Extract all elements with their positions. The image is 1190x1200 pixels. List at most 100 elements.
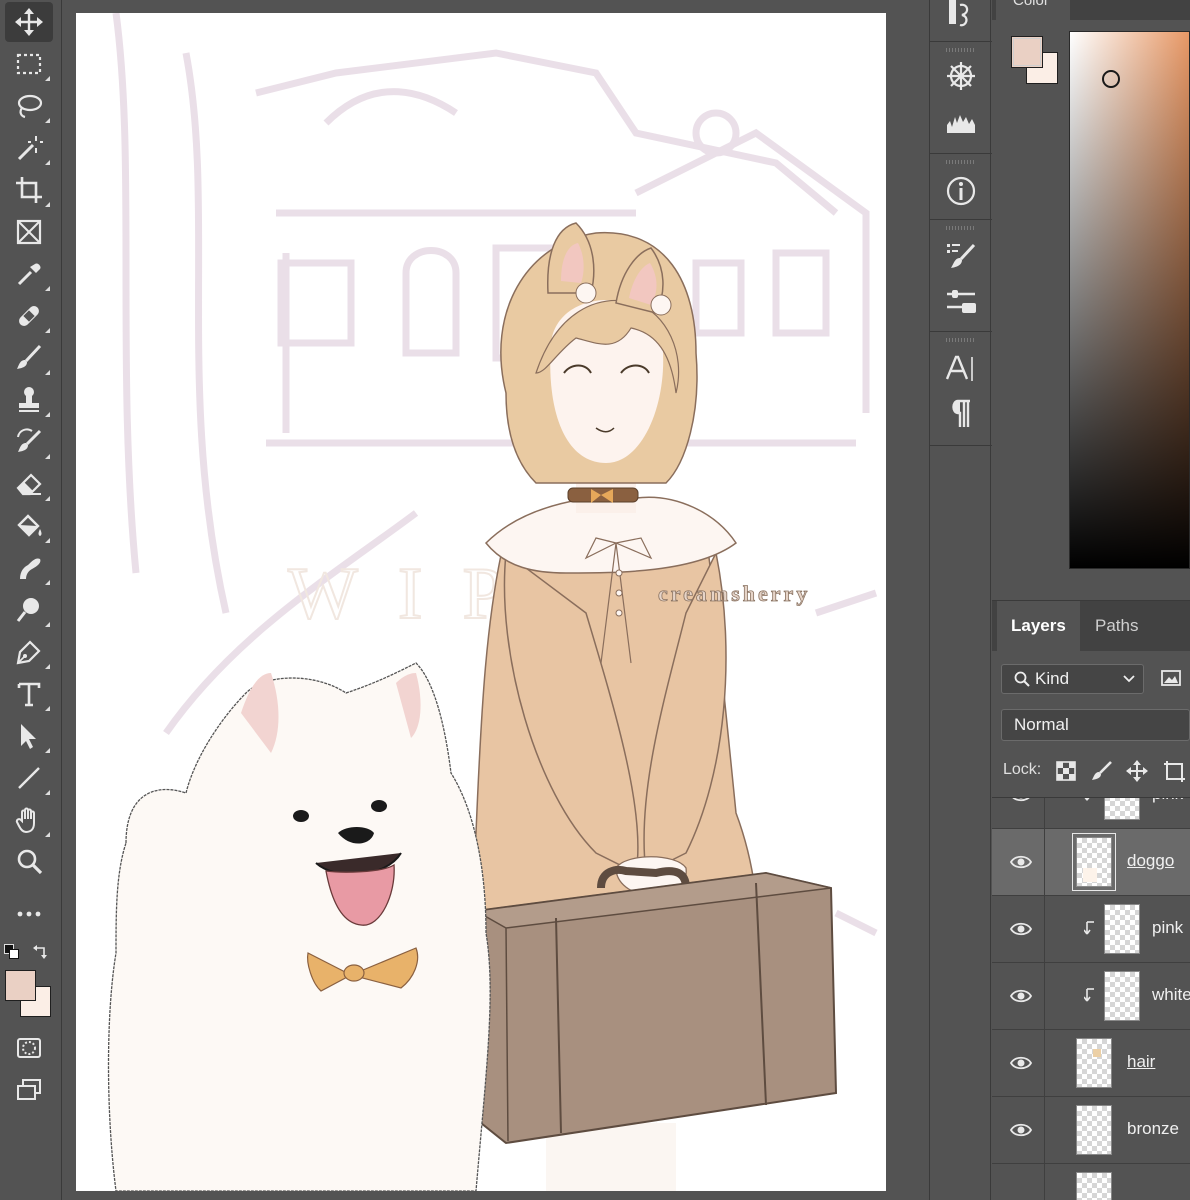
lasso-tool[interactable] <box>5 86 53 126</box>
info-panel-button[interactable] <box>941 171 981 211</box>
type-tool[interactable] <box>5 674 53 714</box>
layer-row[interactable]: hair <box>992 1030 1190 1097</box>
hand-tool[interactable] <box>5 800 53 840</box>
layer-row[interactable]: pink <box>992 896 1190 963</box>
character-icon <box>945 355 973 381</box>
photoshop-window: WIP creamsherry Color Layers Paths Kind … <box>0 0 1190 1200</box>
smudge-icon <box>20 558 41 579</box>
navigator-panel-button[interactable] <box>941 56 981 96</box>
rectangular-marquee-tool[interactable] <box>5 44 53 84</box>
foreground-color-swatch[interactable] <box>5 970 36 1001</box>
dodge-tool[interactable] <box>5 590 53 630</box>
stamp-icon <box>19 387 39 412</box>
tools-toolbar <box>0 0 62 1200</box>
color-tab-label: Color <box>1013 0 1049 9</box>
paint-bucket-tool[interactable] <box>5 506 53 546</box>
frame-icon <box>16 219 42 245</box>
default-colors-icon[interactable] <box>4 944 20 960</box>
dock-group-4 <box>930 220 992 332</box>
color-panel-header: Color <box>992 0 1190 20</box>
color-picker-field[interactable] <box>1069 31 1190 569</box>
frame-tool[interactable] <box>5 212 53 252</box>
line-tool[interactable] <box>5 758 53 798</box>
quick-mask-button[interactable] <box>5 1028 53 1068</box>
clipping-mask-arrow-icon <box>1084 798 1090 801</box>
blend-mode-value: Normal <box>1014 715 1069 734</box>
history-brush-tool[interactable] <box>5 422 53 462</box>
eye-icon[interactable] <box>1010 918 1032 940</box>
lock-transparent-pixels-icon[interactable] <box>1054 759 1078 783</box>
layer-row-selected[interactable]: doggo <box>992 829 1190 896</box>
smudge-tool[interactable] <box>5 548 53 588</box>
brushes-panel-button[interactable] <box>941 236 981 276</box>
image-filter-icon[interactable] <box>1160 667 1182 689</box>
screen-mode-button[interactable] <box>5 1070 53 1110</box>
eye-icon[interactable] <box>1010 985 1032 1007</box>
color-tab[interactable]: Color <box>996 0 1070 20</box>
eyedropper-icon <box>17 263 41 286</box>
layer-thumbnail <box>1104 798 1140 820</box>
brush-icon <box>17 344 42 369</box>
paragraph-panel-button[interactable] <box>941 394 981 434</box>
eye-icon[interactable] <box>1010 797 1032 806</box>
lock-position-icon[interactable] <box>1125 759 1149 783</box>
swap-colors-icon[interactable] <box>33 944 49 960</box>
crop-tool[interactable] <box>5 170 53 210</box>
document-canvas[interactable]: WIP creamsherry <box>76 13 886 1191</box>
more-tools[interactable] <box>5 894 53 934</box>
arrow-icon <box>21 724 36 749</box>
zoom-tool[interactable] <box>5 842 53 882</box>
lock-artboard-icon[interactable] <box>1162 759 1186 783</box>
tab-layers[interactable]: Layers <box>997 601 1080 651</box>
path-selection-tool[interactable] <box>5 716 53 756</box>
layer-thumbnail <box>1104 971 1140 1021</box>
layer-row[interactable]: pink <box>992 797 1190 829</box>
brush-tool[interactable] <box>5 338 53 378</box>
magic-wand-tool[interactable] <box>5 128 53 168</box>
canvas-workspace[interactable]: WIP creamsherry <box>63 0 929 1200</box>
layer-name[interactable]: doggo <box>1127 851 1174 871</box>
tab-paths-label: Paths <box>1095 616 1139 635</box>
pen-tool[interactable] <box>5 632 53 672</box>
history-brush-icon <box>17 428 42 452</box>
paint-bucket-icon <box>17 514 42 537</box>
blend-mode-select[interactable]: Normal <box>1001 709 1190 741</box>
healing-brush-tool[interactable] <box>5 296 53 336</box>
eye-icon[interactable] <box>1010 1052 1032 1074</box>
history-panel-button[interactable] <box>941 0 981 34</box>
layer-name[interactable]: white <box>1152 985 1190 1005</box>
eye-icon[interactable] <box>1010 1119 1032 1141</box>
layer-name[interactable]: hair <box>1127 1052 1155 1072</box>
lock-image-pixels-icon[interactable] <box>1090 759 1114 783</box>
layer-name[interactable]: pink <box>1152 798 1183 804</box>
layer-row[interactable]: bronze <box>992 1097 1190 1164</box>
histogram-icon <box>947 115 975 133</box>
brush-settings-icon <box>947 243 976 268</box>
line-icon <box>18 767 40 789</box>
layer-filter-kind-select[interactable]: Kind <box>1001 664 1144 694</box>
character-panel-button[interactable] <box>941 348 981 388</box>
layer-name[interactable]: bronze <box>1127 1119 1179 1139</box>
move-icon <box>15 8 43 36</box>
eyedropper-tool[interactable] <box>5 254 53 294</box>
color-panel-foreground-swatch[interactable] <box>1011 36 1043 68</box>
move-tool[interactable] <box>5 2 53 42</box>
histogram-panel-button[interactable] <box>941 102 981 142</box>
chevron-down-icon <box>1123 675 1135 683</box>
creamsherry-signature: creamsherry <box>658 581 810 606</box>
layer-thumbnail <box>1104 904 1140 954</box>
panel-dock <box>929 0 992 1200</box>
clone-stamp-tool[interactable] <box>5 380 53 420</box>
eye-icon[interactable] <box>1010 851 1032 873</box>
layers-list: pink doggo pink <box>992 797 1190 1200</box>
tool-presets-panel-button[interactable] <box>941 282 981 322</box>
layer-name[interactable]: pink <box>1152 918 1183 938</box>
dock-group-1 <box>930 0 992 42</box>
layer-row[interactable] <box>992 1164 1190 1200</box>
eraser-tool[interactable] <box>5 464 53 504</box>
paragraph-icon <box>952 399 970 427</box>
screen-mode-icon <box>17 1079 41 1100</box>
layer-row[interactable]: white <box>992 963 1190 1030</box>
color-picker-cursor[interactable] <box>1102 70 1120 88</box>
tab-paths[interactable]: Paths <box>1081 601 1152 651</box>
